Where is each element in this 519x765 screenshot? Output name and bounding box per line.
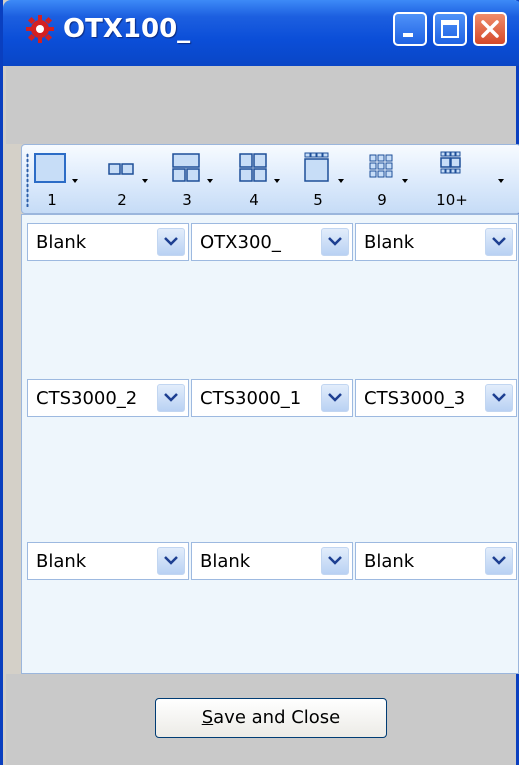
pane-select[interactable]: CTS3000_2 <box>27 379 189 417</box>
layout-10plus-label: 10+ <box>436 191 468 209</box>
pane-select-value: Blank <box>36 232 87 253</box>
layout-9-dropdown-icon[interactable] <box>402 179 408 183</box>
layout-3-dropdown-icon[interactable] <box>207 179 213 183</box>
layout-1-button[interactable]: 1 <box>32 149 80 211</box>
two-pane-icon <box>108 163 134 175</box>
layout-4-label: 4 <box>249 191 259 209</box>
chevron-down-icon <box>492 393 506 402</box>
dropdown-button[interactable] <box>321 547 349 575</box>
layout-5-button[interactable]: 5 <box>298 149 346 211</box>
window-title: OTX100_ <box>63 14 191 44</box>
ten-plus-pane-icon <box>440 151 461 174</box>
layout-1-dropdown-icon[interactable] <box>72 179 78 183</box>
close-icon <box>481 20 499 38</box>
single-pane-icon <box>34 153 66 183</box>
dropdown-button[interactable] <box>157 384 185 412</box>
layout-4-dropdown-icon[interactable] <box>274 179 280 183</box>
layout-2-button[interactable]: 2 <box>102 149 150 211</box>
layout-1-label: 1 <box>47 191 57 209</box>
dropdown-button[interactable] <box>157 547 185 575</box>
toolbar-grip[interactable] <box>26 153 29 207</box>
layout-window: OTX100_ 1 2 3 4 5 9 10+ Blank OTX300_ Bl… <box>0 0 519 765</box>
chevron-down-icon <box>328 556 342 565</box>
pane-select[interactable]: Blank <box>27 542 189 580</box>
four-pane-icon <box>239 153 267 182</box>
app-icon <box>26 15 54 43</box>
chevron-down-icon <box>492 556 506 565</box>
pane-select[interactable]: Blank <box>355 223 517 261</box>
layout-5-dropdown-icon[interactable] <box>338 179 344 183</box>
layout-5-label: 5 <box>313 191 323 209</box>
layout-9-button[interactable]: 9 <box>362 149 410 211</box>
layout-3-label: 3 <box>182 191 192 209</box>
close-button[interactable] <box>473 12 507 46</box>
pane-select-value: OTX300_ <box>200 232 281 253</box>
pane-select[interactable]: Blank <box>355 542 517 580</box>
chevron-down-icon <box>164 393 178 402</box>
layout-4-button[interactable]: 4 <box>234 149 282 211</box>
layout-2-dropdown-icon[interactable] <box>142 179 148 183</box>
top-panel <box>6 66 516 144</box>
layout-toolbar: 1 2 3 4 5 9 10+ <box>21 144 519 214</box>
pane-select[interactable]: Blank <box>191 542 353 580</box>
pane-select-value: Blank <box>364 232 415 253</box>
chevron-down-icon <box>328 237 342 246</box>
dropdown-button[interactable] <box>157 228 185 256</box>
dropdown-button[interactable] <box>321 384 349 412</box>
pane-select-value: Blank <box>36 551 87 572</box>
pane-select-value: CTS3000_2 <box>36 388 138 409</box>
five-pane-icon <box>304 152 329 182</box>
chevron-down-icon <box>164 237 178 246</box>
chevron-down-icon <box>492 237 506 246</box>
nine-pane-icon <box>369 154 393 178</box>
title-bar[interactable]: OTX100_ <box>3 0 519 66</box>
dropdown-button[interactable] <box>485 384 513 412</box>
layout-10plus-dropdown-icon[interactable] <box>498 179 504 183</box>
dropdown-button[interactable] <box>485 228 513 256</box>
maximize-icon <box>441 20 459 38</box>
minimize-icon <box>403 33 413 37</box>
pane-select-value: Blank <box>200 551 251 572</box>
pane-select-value: CTS3000_1 <box>200 388 302 409</box>
pane-select-value: Blank <box>364 551 415 572</box>
save-mnemonic: S <box>201 707 214 728</box>
layout-2-label: 2 <box>117 191 127 209</box>
save-and-close-label: ave and Close <box>213 707 341 728</box>
pane-select[interactable]: CTS3000_1 <box>191 379 353 417</box>
chevron-down-icon <box>164 556 178 565</box>
minimize-button[interactable] <box>393 12 427 46</box>
pane-select[interactable]: CTS3000_3 <box>355 379 517 417</box>
pane-select-value: CTS3000_3 <box>364 388 466 409</box>
layout-10plus-button[interactable]: 10+ <box>432 149 504 211</box>
pane-select[interactable]: OTX300_ <box>191 223 353 261</box>
three-pane-icon <box>172 153 200 182</box>
chevron-down-icon <box>328 393 342 402</box>
layout-3-button[interactable]: 3 <box>167 149 215 211</box>
save-and-close-button[interactable]: Save and Close <box>155 698 387 738</box>
dropdown-button[interactable] <box>485 547 513 575</box>
pane-select[interactable]: Blank <box>27 223 189 261</box>
dropdown-button[interactable] <box>321 228 349 256</box>
layout-9-label: 9 <box>377 191 387 209</box>
maximize-button[interactable] <box>433 12 467 46</box>
layout-grid: Blank OTX300_ Blank CTS3000_2 CTS3000_1 … <box>21 214 519 674</box>
